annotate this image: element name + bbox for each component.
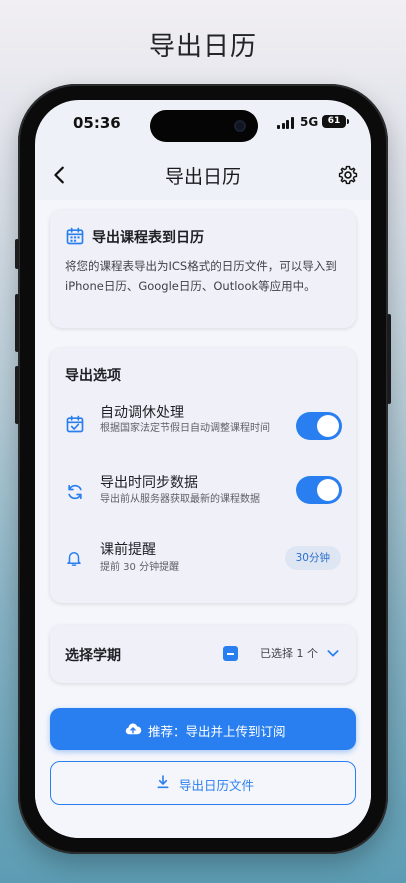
gear-icon[interactable]	[337, 164, 359, 186]
battery-icon: 61	[322, 115, 349, 128]
bell-icon	[67, 552, 81, 566]
action-button	[15, 239, 19, 269]
intro-title: 导出课程表到日历	[92, 230, 204, 246]
status-bar: 05:36 5G 61	[35, 100, 371, 148]
phone-frame: 05:36 5G 61 导出日历 导出课程表到日历 将您的课程表导出为ICS格式…	[15, 84, 391, 854]
chevron-down-icon[interactable]	[325, 645, 341, 661]
content-area: 导出课程表到日历 将您的课程表导出为ICS格式的日历文件，可以导入到iPhone…	[35, 200, 371, 838]
option-label: 课前提醒	[100, 542, 156, 558]
calendar-check-icon	[66, 415, 84, 433]
sync-data-toggle[interactable]	[296, 476, 342, 504]
sync-icon	[68, 484, 82, 500]
option-subtitle: 提前 30 分钟提醒	[100, 562, 180, 573]
calendar-icon	[66, 227, 84, 245]
auto-adjust-toggle[interactable]	[296, 412, 342, 440]
option-sync-data: 导出时同步数据 导出前从服务器获取最新的课程数据	[50, 466, 356, 526]
poster-title: 导出日历	[148, 32, 257, 62]
reminder-badge[interactable]: 30分钟	[284, 546, 341, 570]
signal-icon	[277, 117, 295, 129]
toggle-knob	[317, 479, 339, 501]
export-calendar-file-button[interactable]: 导出日历文件	[50, 761, 356, 805]
camera-icon	[234, 120, 246, 132]
semester-card[interactable]: 选择学期 已选择 1 个	[50, 625, 356, 683]
semester-selected-count: 已选择 1 个	[260, 647, 318, 660]
intro-description: 将您的课程表导出为ICS格式的日历文件，可以导入到iPhone日历、Google…	[65, 259, 337, 293]
export-options-card: 导出选项 自动调休处理 根据国家法定节假日自动调整课程时间 导出时同步数据 导出…	[50, 348, 356, 603]
option-label: 自动调休处理	[100, 405, 184, 421]
primary-button-label: 推荐：导出并上传到订阅	[148, 724, 286, 739]
semester-title: 选择学期	[65, 648, 121, 664]
cloud-upload-icon	[125, 723, 142, 735]
export-and-upload-button[interactable]: 推荐：导出并上传到订阅	[50, 708, 356, 750]
option-subtitle: 导出前从服务器获取最新的课程数据	[100, 494, 260, 505]
volume-up-button	[15, 294, 19, 352]
nav-bar: 导出日历	[35, 156, 371, 196]
toggle-knob	[317, 415, 339, 437]
export-options-title: 导出选项	[65, 368, 121, 384]
status-time: 05:36	[73, 114, 121, 132]
intro-card: 导出课程表到日历 将您的课程表导出为ICS格式的日历文件，可以导入到iPhone…	[50, 210, 356, 328]
option-subtitle: 根据国家法定节假日自动调整课程时间	[100, 423, 270, 434]
power-button	[387, 314, 391, 404]
option-label: 导出时同步数据	[100, 475, 198, 491]
secondary-button-label: 导出日历文件	[179, 778, 255, 793]
option-reminder[interactable]: 课前提醒 提前 30 分钟提醒 30分钟	[50, 530, 356, 590]
volume-down-button	[15, 366, 19, 424]
network-type: 5G	[300, 115, 319, 129]
download-icon	[157, 775, 169, 789]
phone-screen: 05:36 5G 61 导出日历 导出课程表到日历 将您的课程表导出为ICS格式…	[35, 100, 371, 838]
page-title: 导出日历	[164, 166, 241, 188]
dynamic-island	[150, 110, 258, 142]
semester-checkbox[interactable]	[223, 646, 238, 661]
option-auto-adjust: 自动调休处理 根据国家法定节假日自动调整课程时间	[50, 396, 356, 456]
